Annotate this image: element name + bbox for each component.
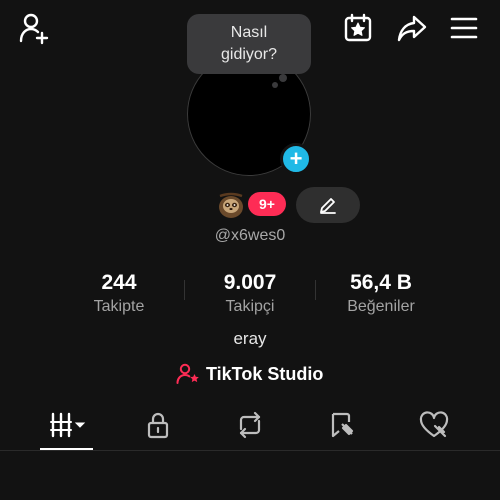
- saved-icon: [331, 412, 354, 438]
- stat-divider: [315, 280, 316, 300]
- videos-grid-icon: [50, 412, 86, 438]
- stat-divider: [184, 280, 185, 300]
- status-bubble[interactable]: Nasıl gidiyor?: [187, 14, 311, 74]
- tab-saved[interactable]: [312, 404, 372, 446]
- lock-icon: [147, 412, 169, 439]
- stat-following[interactable]: 244 Takipte: [59, 270, 179, 318]
- calendar-star-icon: [344, 13, 372, 42]
- stat-likes-label: Beğeniler: [347, 298, 415, 315]
- tiktok-studio-label: TikTok Studio: [206, 363, 324, 384]
- stat-followers[interactable]: 9.007 Takipçi: [190, 270, 310, 318]
- tab-videos[interactable]: [39, 404, 99, 446]
- share-button[interactable]: [390, 8, 434, 48]
- share-icon: [397, 15, 427, 42]
- tab-liked[interactable]: [404, 404, 464, 446]
- display-name: eray: [233, 329, 267, 348]
- bubble-line-1: Nasıl: [230, 24, 268, 41]
- tabs-divider: [0, 450, 500, 451]
- bubble-tail-dot: [279, 74, 287, 82]
- stat-following-label: Takipte: [93, 298, 145, 315]
- add-photo-button[interactable]: +: [280, 143, 312, 175]
- add-friend-button[interactable]: [14, 8, 56, 48]
- stat-likes-value: 56,4 B: [350, 271, 412, 294]
- username: @x6wes0: [214, 227, 286, 244]
- bubble-tail-dot: [272, 82, 278, 88]
- bubble-line-2: gidiyor?: [220, 46, 278, 63]
- studio-person-star-icon: [176, 363, 199, 384]
- add-friend-icon: [19, 13, 49, 45]
- plus-icon: +: [289, 146, 303, 171]
- liked-icon: [419, 411, 449, 438]
- tab-private[interactable]: [128, 404, 188, 446]
- stat-followers-label: Takipçi: [225, 298, 275, 315]
- notification-badge[interactable]: 9+: [248, 192, 286, 216]
- edit-profile-button[interactable]: [296, 187, 360, 223]
- menu-button[interactable]: [442, 8, 486, 48]
- notification-count: 9+: [259, 196, 275, 212]
- stat-following-value: 244: [101, 271, 137, 294]
- stat-likes[interactable]: 56,4 B Beğeniler: [321, 270, 441, 318]
- tiktok-studio-link[interactable]: TikTok Studio: [176, 361, 323, 387]
- pencil-icon: [320, 198, 336, 214]
- sloth-sticker-icon[interactable]: [216, 190, 246, 220]
- menu-icon: [450, 17, 478, 39]
- stat-followers-value: 9.007: [223, 271, 277, 294]
- repost-icon: [239, 411, 261, 439]
- tab-reposts[interactable]: [220, 404, 280, 446]
- calendar-button[interactable]: [336, 8, 380, 48]
